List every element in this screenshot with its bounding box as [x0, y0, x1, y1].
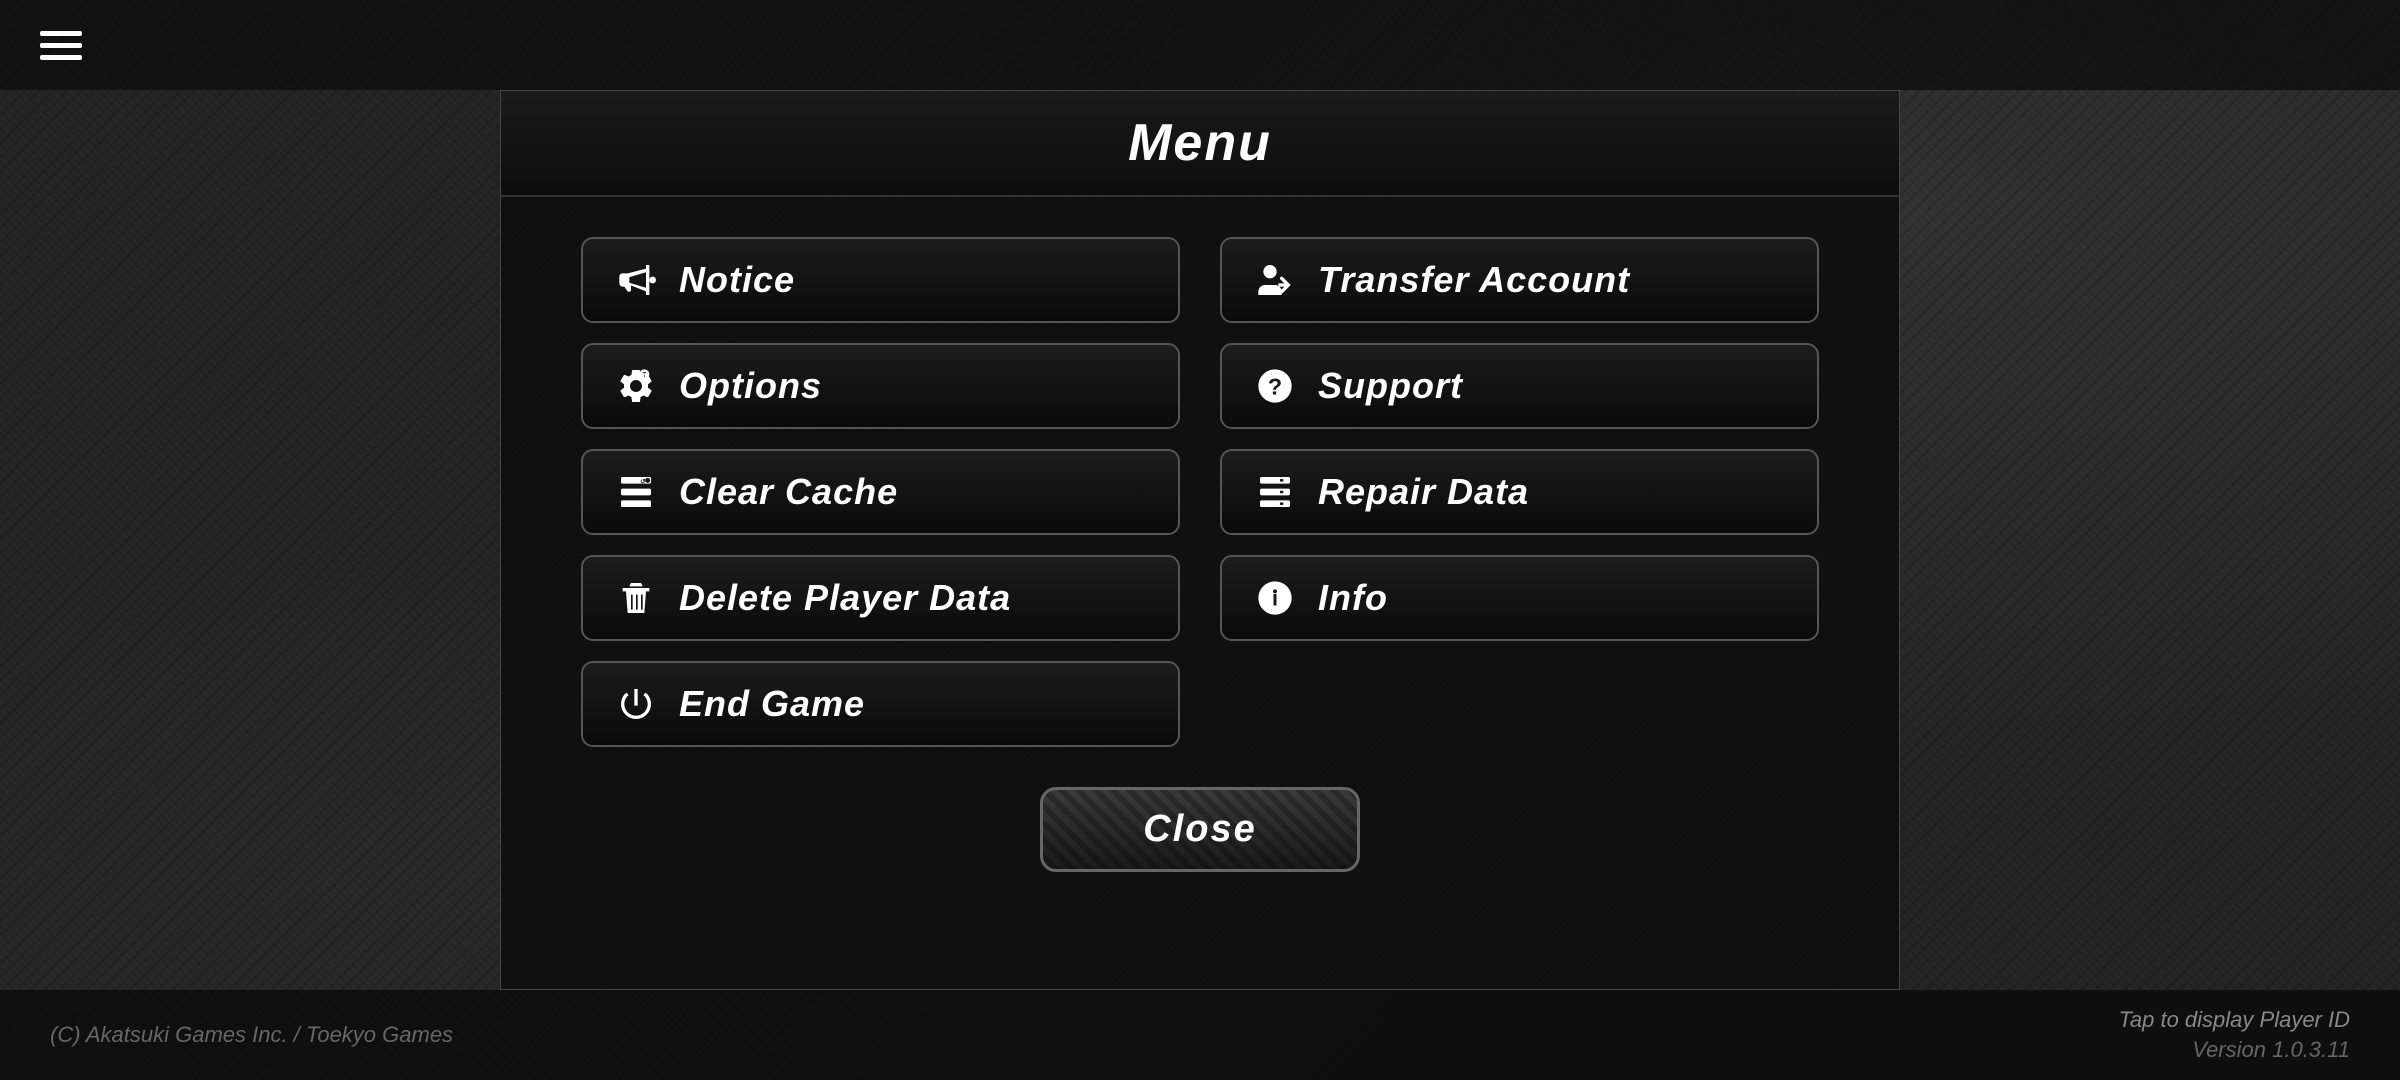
support-button[interactable]: ? Support: [1220, 343, 1819, 429]
close-button-label: Close: [1143, 808, 1256, 850]
end-game-button-label: End Game: [679, 683, 865, 725]
clear-cache-button-label: Clear Cache: [679, 471, 898, 513]
button-grid: Notice Options: [581, 237, 1819, 747]
support-button-label: Support: [1318, 365, 1463, 407]
close-button[interactable]: Close: [1040, 787, 1359, 872]
bottom-bar: (C) Akatsuki Games Inc. / Toekyo Games T…: [0, 990, 2400, 1080]
bottom-right: Tap to display Player ID Version 1.0.3.1…: [2118, 1007, 2350, 1063]
trash-icon: [613, 575, 659, 621]
repair-data-button[interactable]: Repair Data: [1220, 449, 1819, 535]
info-icon: i: [1252, 575, 1298, 621]
left-column: Notice Options: [581, 237, 1180, 747]
notice-button[interactable]: Notice: [581, 237, 1180, 323]
repair-data-button-label: Repair Data: [1318, 471, 1529, 513]
repair-icon: [1252, 469, 1298, 515]
transfer-account-button-label: Transfer Account: [1318, 259, 1630, 301]
options-button-label: Options: [679, 365, 822, 407]
megaphone-icon: [613, 257, 659, 303]
end-game-button[interactable]: End Game: [581, 661, 1180, 747]
version-text: Version 1.0.3.11: [2192, 1037, 2350, 1063]
tap-display-text[interactable]: Tap to display Player ID: [2118, 1007, 2350, 1033]
cache-icon: ↺: [613, 469, 659, 515]
transfer-account-button[interactable]: Transfer Account: [1220, 237, 1819, 323]
right-column: Transfer Account ? Support: [1220, 237, 1819, 747]
options-button[interactable]: Options: [581, 343, 1180, 429]
top-bar: [0, 0, 2400, 90]
close-row: Close: [581, 787, 1819, 872]
dialog-title: Menu: [501, 113, 1899, 173]
notice-button-label: Notice: [679, 259, 795, 301]
hamburger-menu-button[interactable]: [40, 31, 82, 60]
dialog-content: Notice Options: [501, 197, 1899, 912]
svg-text:i: i: [1272, 586, 1278, 611]
transfer-icon: [1252, 257, 1298, 303]
menu-dialog: Menu Notice: [500, 90, 1900, 990]
question-icon: ?: [1252, 363, 1298, 409]
copyright-text: (C) Akatsuki Games Inc. / Toekyo Games: [50, 1022, 453, 1048]
clear-cache-button[interactable]: ↺ Clear Cache: [581, 449, 1180, 535]
delete-player-data-button[interactable]: Delete Player Data: [581, 555, 1180, 641]
settings-icon: [613, 363, 659, 409]
info-button[interactable]: i Info: [1220, 555, 1819, 641]
delete-player-data-button-label: Delete Player Data: [679, 577, 1011, 619]
svg-text:?: ?: [1268, 373, 1282, 399]
dialog-title-bar: Menu: [501, 91, 1899, 197]
info-button-label: Info: [1318, 577, 1388, 619]
power-icon: [613, 681, 659, 727]
svg-text:↺: ↺: [640, 479, 646, 486]
